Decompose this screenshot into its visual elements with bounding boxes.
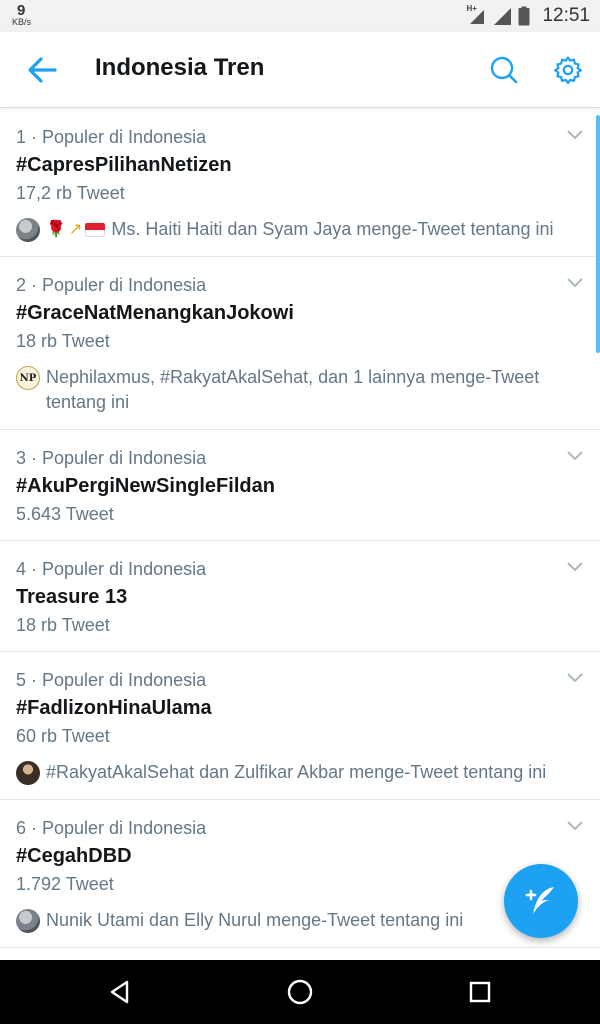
compose-tweet-button[interactable] — [504, 864, 578, 938]
trend-rank-location: 1 · Populer di Indonesia — [16, 127, 207, 147]
network-speed: 9 KB/s — [12, 3, 31, 27]
trend-list[interactable]: 1 · Populer di Indonesia #CapresPilihanN… — [0, 109, 600, 960]
scroll-indicator[interactable] — [596, 115, 600, 353]
trend-rank-location: 4 · Populer di Indonesia — [16, 559, 207, 579]
trend-context: 🌹 ↗ Ms. Haiti Haiti dan Syam Jaya menge-… — [16, 217, 584, 242]
search-button[interactable] — [484, 50, 524, 90]
tweet-count: 60 rb Tweet — [16, 726, 110, 746]
tweet-count: 17,2 rb Tweet — [16, 183, 125, 203]
status-icons: H+ 12:51 — [466, 4, 590, 27]
trend-item[interactable]: 4 · Populer di Indonesia Treasure 13 18 … — [0, 541, 600, 652]
trend-item[interactable]: 6 · Populer di Indonesia #CegahDBD 1.792… — [0, 800, 600, 948]
trend-item[interactable]: 1 · Populer di Indonesia #CapresPilihanN… — [0, 109, 600, 257]
home-circle-icon — [287, 979, 313, 1005]
arrow-emoji-icon: ↗ — [68, 221, 83, 238]
tweet-count: 18 rb Tweet — [16, 331, 110, 351]
network-type-icon: H+ — [466, 4, 486, 26]
trend-name: #GraceNatMenangkanJokowi — [16, 302, 294, 324]
settings-gear-icon — [554, 56, 582, 85]
settings-button[interactable] — [548, 50, 588, 90]
chevron-down-icon[interactable] — [566, 448, 584, 462]
chevron-down-icon[interactable] — [566, 670, 584, 684]
chevron-down-icon[interactable] — [566, 818, 584, 832]
context-text: Ms. Haiti Haiti dan Syam Jaya menge-Twee… — [111, 219, 554, 239]
compose-feather-plus-icon — [525, 887, 554, 914]
trend-item[interactable]: 2 · Populer di Indonesia #GraceNatMenang… — [0, 257, 600, 430]
back-arrow-icon — [28, 57, 57, 83]
tweet-count: 1.792 Tweet — [16, 874, 114, 894]
rose-emoji-icon: 🌹 — [46, 221, 66, 238]
trend-rank-location: 2 · Populer di Indonesia — [16, 275, 207, 295]
nav-home-button[interactable] — [282, 974, 318, 1010]
recents-square-icon — [469, 981, 491, 1003]
nav-recents-button[interactable] — [462, 974, 498, 1010]
avatar — [16, 218, 40, 242]
system-nav-bar — [0, 960, 600, 1024]
battery-icon — [518, 6, 530, 26]
trend-rank-location: 3 · Populer di Indonesia — [16, 448, 207, 468]
trend-rank-location: 5 · Populer di Indonesia — [16, 670, 207, 690]
status-bar: 9 KB/s H+ 12:51 — [0, 0, 600, 32]
search-icon — [490, 56, 518, 84]
tweet-count: 18 rb Tweet — [16, 615, 110, 635]
app-header: Indonesia Tren — [0, 32, 600, 108]
speed-unit: KB/s — [12, 17, 32, 27]
chevron-down-icon[interactable] — [566, 127, 584, 141]
clock: 12:51 — [542, 5, 590, 26]
back-triangle-icon — [110, 980, 129, 1004]
signal-icon — [492, 6, 512, 26]
trend-name: Treasure 13 — [16, 586, 128, 608]
page-title: Indonesia Tren — [95, 54, 265, 81]
nav-back-button[interactable] — [102, 974, 138, 1010]
speed-value: 9 — [17, 2, 26, 19]
context-text: Nunik Utami dan Elly Nurul menge-Tweet t… — [46, 910, 464, 930]
trend-name: #AkuPergiNewSingleFildan — [16, 475, 275, 497]
context-text: #RakyatAkalSehat dan Zulfikar Akbar meng… — [46, 762, 547, 782]
chevron-down-icon[interactable] — [566, 559, 584, 573]
trend-item[interactable]: 5 · Populer di Indonesia #FadlizonHinaUl… — [0, 652, 600, 800]
chevron-down-icon[interactable] — [566, 275, 584, 289]
trend-context: NP Nephilaxmus, #RakyatAkalSehat, dan 1 … — [16, 365, 584, 415]
avatar — [16, 909, 40, 933]
indonesia-flag-icon — [85, 223, 106, 237]
trend-name: #FadlizonHinaUlama — [16, 697, 212, 719]
avatar — [16, 761, 40, 785]
trend-name: #CegahDBD — [16, 845, 132, 867]
trend-context: Nunik Utami dan Elly Nurul menge-Tweet t… — [16, 908, 584, 933]
trend-item[interactable]: 3 · Populer di Indonesia #AkuPergiNewSin… — [0, 430, 600, 541]
context-text: Nephilaxmus, #RakyatAkalSehat, dan 1 lai… — [46, 367, 540, 412]
back-button[interactable] — [22, 50, 62, 90]
trend-rank-location: 6 · Populer di Indonesia — [16, 818, 207, 838]
avatar: NP — [16, 366, 40, 390]
trend-context: #RakyatAkalSehat dan Zulfikar Akbar meng… — [16, 760, 584, 785]
tweet-count: 5.643 Tweet — [16, 504, 114, 524]
trend-name: #CapresPilihanNetizen — [16, 154, 232, 176]
